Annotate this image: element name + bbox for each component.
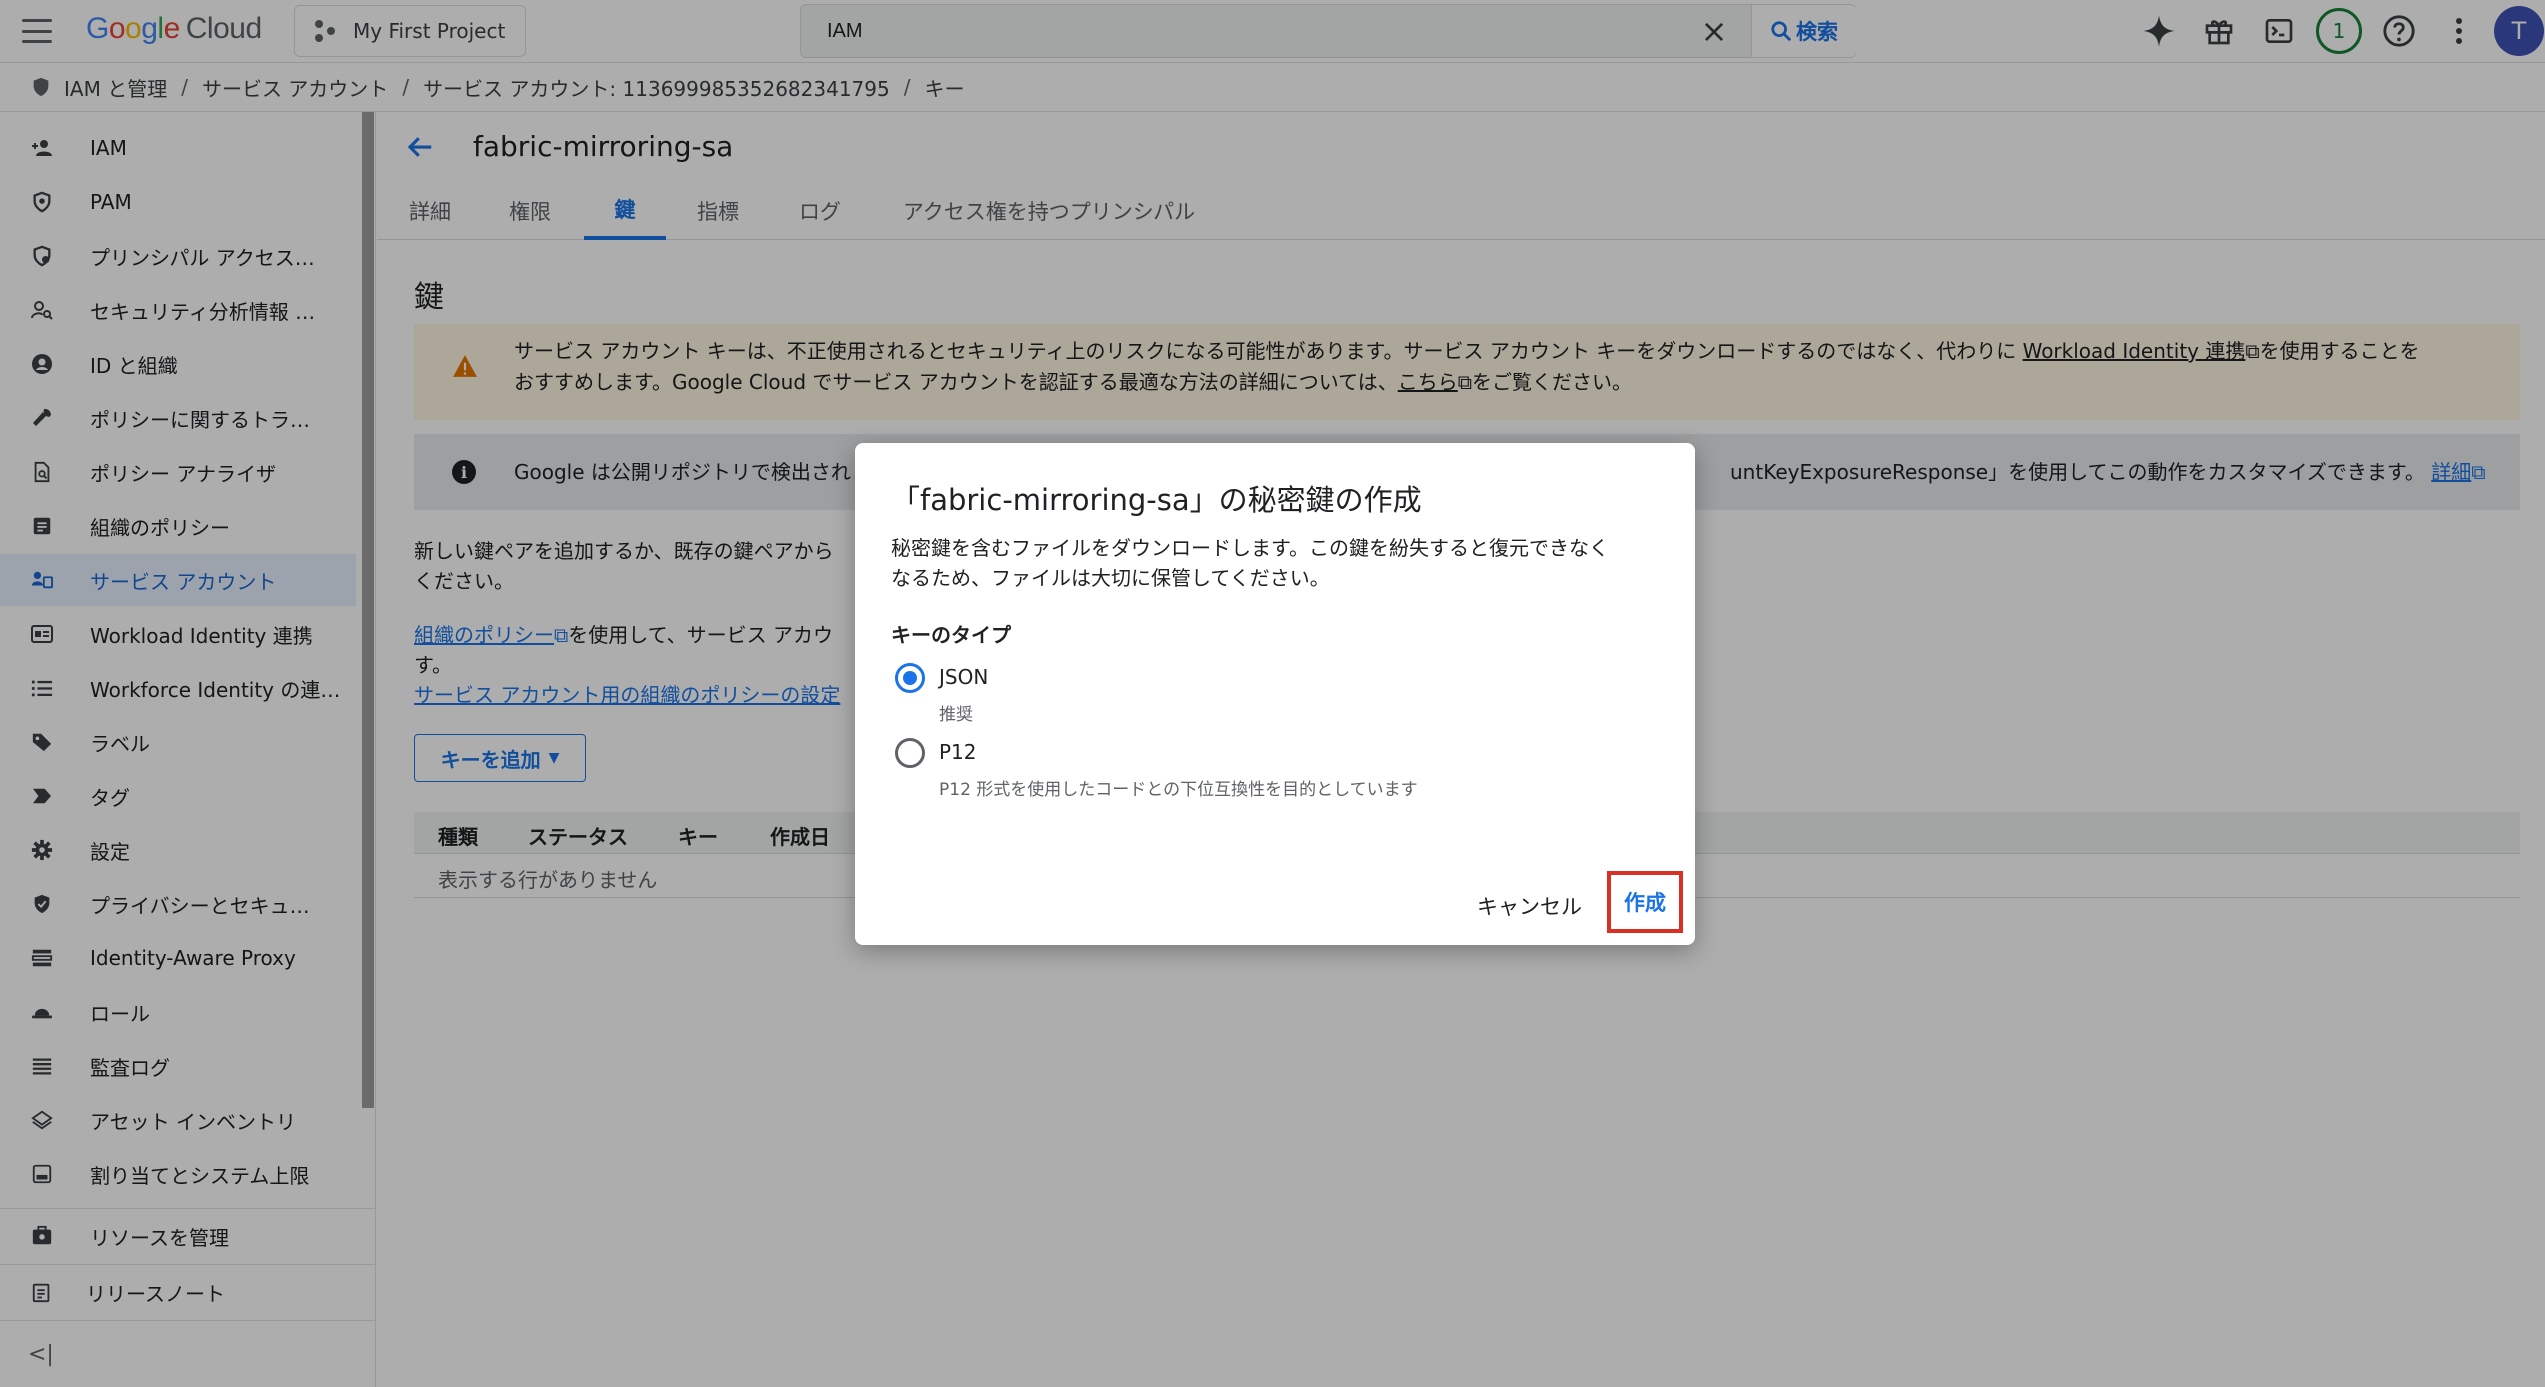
radio-json-label[interactable]: JSON xyxy=(939,665,988,689)
cancel-button[interactable]: キャンセル xyxy=(1477,891,1582,921)
radio-p12-sub: P12 形式を使用したコードとの下位互換性を目的としています xyxy=(939,780,1418,800)
create-button[interactable]: 作成 xyxy=(1607,871,1683,933)
dialog-title: 「fabric-mirroring-sa」の秘密鍵の作成 xyxy=(891,483,1422,517)
radio-p12[interactable] xyxy=(895,738,925,768)
radio-json[interactable] xyxy=(895,663,925,693)
dialog-description: 秘密鍵を含むファイルをダウンロードします。この鍵を紛失すると復元できなく なるた… xyxy=(891,536,1609,590)
key-type-label: キーのタイプ xyxy=(891,623,1011,647)
radio-json-sub: 推奨 xyxy=(939,705,973,725)
radio-p12-label[interactable]: P12 xyxy=(939,740,977,764)
create-private-key-dialog: 「fabric-mirroring-sa」の秘密鍵の作成 秘密鍵を含むファイルを… xyxy=(855,443,1695,945)
